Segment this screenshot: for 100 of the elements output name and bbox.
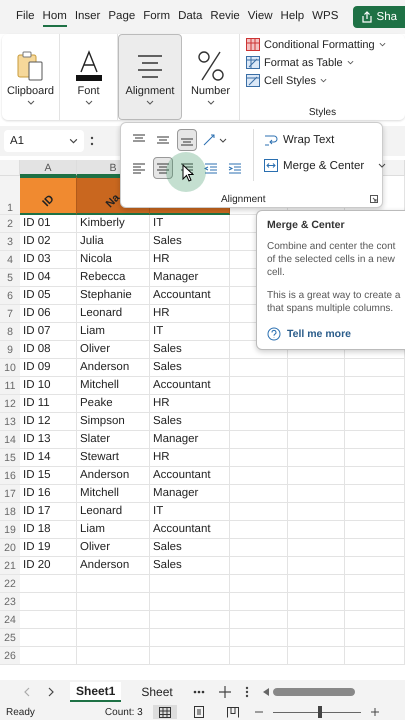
empty-cell (288, 557, 345, 575)
tell-me-more-link[interactable]: Tell me more (267, 327, 351, 341)
row-header[interactable]: 22 (0, 575, 20, 593)
styles-menu-button[interactable]: Cell Styles (246, 74, 399, 87)
name-box[interactable]: A1 (4, 130, 84, 152)
table-cell: ID 20 (20, 557, 77, 575)
row-header[interactable]: 23 (0, 593, 20, 611)
table-cell: ID 06 (20, 305, 77, 323)
row-header[interactable]: 8 (0, 323, 20, 341)
scroll-left-icon[interactable] (262, 688, 269, 696)
empty-cell (345, 467, 405, 485)
ribbon-group-button[interactable]: Alignment (118, 34, 182, 120)
clipboard-icon (16, 50, 46, 82)
ribbon-tab[interactable]: Form (143, 7, 170, 27)
wrap-text-button[interactable]: Wrap Text (264, 133, 386, 147)
ribbon-tab[interactable]: File (16, 7, 35, 27)
chevron-down-icon[interactable] (378, 163, 386, 168)
row-header[interactable]: 11 (0, 377, 20, 395)
empty-cell (230, 359, 288, 377)
table-cell: Sales (150, 413, 230, 431)
row-header[interactable]: 25 (0, 629, 20, 647)
row-header[interactable]: 7 (0, 305, 20, 323)
more-icon[interactable] (192, 690, 205, 694)
share-icon (360, 11, 373, 23)
table-cell: ID 15 (20, 467, 77, 485)
sheet-tab[interactable]: Sheet (135, 683, 179, 701)
align-icon (204, 162, 218, 174)
empty-cell (230, 485, 288, 503)
row-header[interactable]: 2 (0, 215, 20, 233)
ribbon-group-button[interactable]: Number (182, 34, 240, 120)
row-header[interactable]: 20 (0, 539, 20, 557)
empty-cell (288, 485, 345, 503)
styles-menu-button[interactable]: Conditional Formatting (246, 38, 399, 51)
column-header[interactable]: A (20, 160, 77, 176)
tooltip-text-line: This is a great way to create a (267, 289, 400, 302)
row-header[interactable]: 26 (0, 647, 20, 665)
more-icon[interactable] (244, 686, 249, 698)
zoom-in-icon[interactable] (370, 708, 379, 716)
table-cell: Oliver (77, 341, 150, 359)
empty-cell (288, 449, 345, 467)
row-header[interactable]: 12 (0, 395, 20, 413)
align-icon (228, 162, 242, 174)
row-header[interactable]: 1 (0, 176, 20, 215)
row-header[interactable]: 5 (0, 269, 20, 287)
merge-center-button[interactable]: Merge & Center (264, 159, 364, 172)
row-header[interactable]: 3 (0, 233, 20, 251)
share-button[interactable]: Sha (352, 6, 405, 28)
row-header[interactable]: 9 (0, 341, 20, 359)
table-cell: Stewart (77, 449, 150, 467)
format-table-icon (246, 56, 260, 69)
dialog-launcher-icon[interactable] (370, 195, 378, 203)
table-cell: Stephanie (77, 287, 150, 305)
empty-cell (230, 413, 288, 431)
ribbon-tab[interactable]: Page (108, 7, 136, 27)
empty-cell (230, 629, 288, 647)
alignment-button[interactable] (153, 157, 173, 179)
row-header[interactable]: 21 (0, 557, 20, 575)
table-cell: IT (150, 503, 230, 521)
row-header[interactable]: 4 (0, 251, 20, 269)
ribbon-tab[interactable]: View (248, 7, 273, 27)
view-button[interactable] (152, 705, 177, 719)
ribbon-tab[interactable]: WPS (312, 7, 338, 27)
ribbon-tab[interactable]: Inser (74, 7, 100, 27)
row-header[interactable]: 6 (0, 287, 20, 305)
table-cell: ID 17 (20, 503, 77, 521)
empty-cell (288, 611, 345, 629)
zoom-thumb[interactable] (318, 706, 322, 718)
table-cell: Simpson (77, 413, 150, 431)
row-header[interactable]: 14 (0, 431, 20, 449)
empty-cell (288, 431, 345, 449)
empty-cell (288, 359, 345, 377)
alignment-button[interactable] (177, 129, 197, 151)
row-header[interactable]: 10 (0, 359, 20, 377)
styles-menu-button[interactable]: Format as Table (246, 56, 399, 69)
row-header[interactable]: 16 (0, 467, 20, 485)
ribbon-tab[interactable]: Help (280, 7, 304, 27)
table-cell: Sales (150, 359, 230, 377)
empty-cell (345, 611, 405, 629)
row-header[interactable]: 18 (0, 503, 20, 521)
table-cell: Anderson (77, 467, 150, 485)
chevron-down-icon (69, 138, 78, 144)
sheet-tab[interactable]: Sheet1 (70, 682, 122, 702)
row-header[interactable]: 17 (0, 485, 20, 503)
next-sheet-icon[interactable] (46, 687, 56, 697)
empty-cell (288, 521, 345, 539)
row-header[interactable]: 15 (0, 449, 20, 467)
row-header[interactable]: 24 (0, 611, 20, 629)
ribbon-group-button[interactable]: Clipboard (2, 34, 60, 120)
ribbon-tab[interactable]: Hom (42, 7, 67, 27)
row-header[interactable]: 13 (0, 413, 20, 431)
empty-cell (345, 395, 405, 413)
ribbon-tab[interactable]: Data (178, 7, 202, 27)
empty-cell (230, 557, 288, 575)
ribbon-tab[interactable]: Revie (210, 7, 240, 27)
table-cell: ID 12 (20, 413, 77, 431)
row-header[interactable]: 19 (0, 521, 20, 539)
more-icon[interactable] (90, 135, 94, 147)
click-highlight (166, 152, 206, 192)
horizontal-scrollbar[interactable] (272, 688, 355, 696)
add-sheet-icon[interactable] (218, 686, 231, 698)
